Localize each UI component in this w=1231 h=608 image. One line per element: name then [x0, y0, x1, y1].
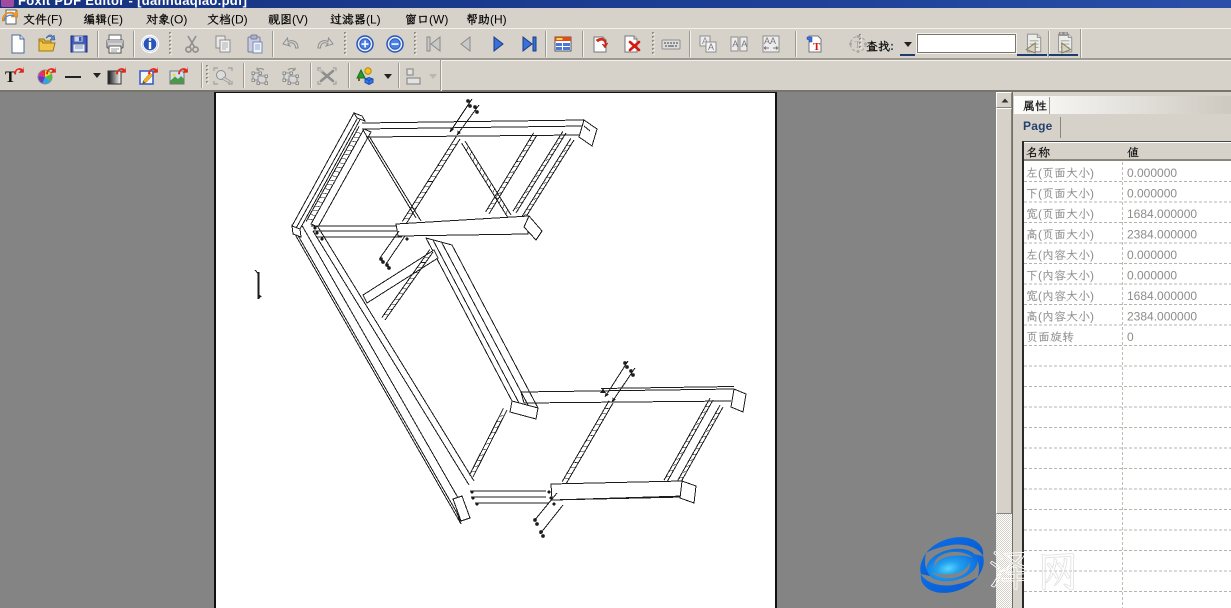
- svg-text:T: T: [855, 40, 861, 51]
- svg-text:A: A: [741, 39, 747, 49]
- svg-text:AA: AA: [764, 36, 776, 46]
- svg-text:T: T: [5, 69, 16, 86]
- svg-text:T: T: [813, 41, 821, 53]
- svg-text:A: A: [708, 42, 714, 52]
- svg-text:A: A: [732, 39, 738, 49]
